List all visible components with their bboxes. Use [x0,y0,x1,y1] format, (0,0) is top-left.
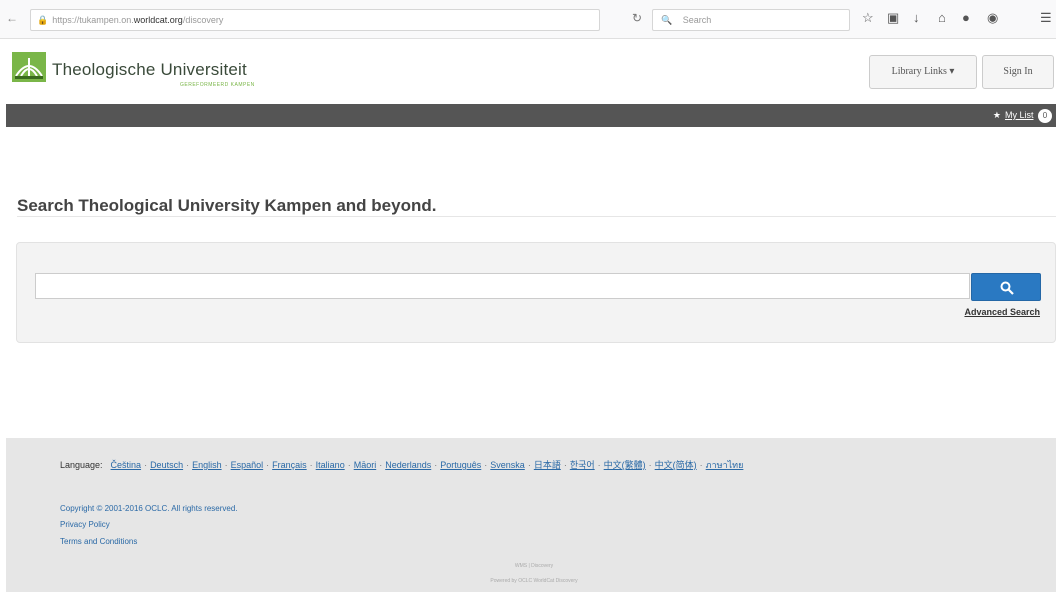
download-icon[interactable]: ↓ [913,10,920,26]
language-separator: · [597,460,601,470]
language-link[interactable]: Svenska [490,460,525,470]
language-link[interactable]: Nederlands [385,460,431,470]
search-input[interactable] [35,273,970,299]
language-separator: · [699,460,703,470]
language-link[interactable]: Español [231,460,264,470]
library-links-label: Library Links [891,66,947,77]
language-link[interactable]: 日本語 [534,460,561,470]
my-list-label: My List [1004,110,1034,120]
university-logo-icon[interactable] [12,52,46,82]
library-icon[interactable]: ▣ [887,10,899,26]
library-links-button[interactable]: Library Links ▾ [869,55,977,89]
language-link[interactable]: ภาษาไทย [706,460,744,470]
footer: Language: Čeština · Deutsch · English · Español… [6,438,1056,592]
my-list-link[interactable]: ★ My List 0 [993,108,1052,123]
pocket-icon[interactable]: ◉ [987,10,998,26]
logo-title[interactable]: Theologische Universiteit [52,60,247,80]
address-bar[interactable]: 🔒 https://tukampen.on.worldcat.org/discov… [30,9,600,31]
language-link[interactable]: 中文(简体) [655,460,697,470]
language-separator: · [347,460,351,470]
page-title: Search Theological University Kampen and… [17,196,437,215]
menu-icon[interactable]: ☰ [1040,10,1052,26]
language-link[interactable]: English [192,460,222,470]
sign-in-button[interactable]: Sign In [982,55,1054,89]
language-link[interactable]: Français [272,460,307,470]
logo-subtitle: GEREFORMEERD KAMPEN [180,82,255,88]
divider [17,216,1056,217]
language-selector: Language: Čeština · Deutsch · English · Español… [60,458,743,472]
caret-down-icon: ▾ [949,66,955,77]
extension-icon[interactable]: ● [962,10,970,26]
powered-by: Powered by OCLC WorldCat Discovery [490,578,578,584]
browser-search-placeholder: 🔍 Search [661,15,712,25]
sign-in-label: Sign In [1003,66,1033,77]
language-link[interactable]: Čeština [111,460,142,470]
language-separator: · [648,460,652,470]
top-navbar: ★ My List 0 [6,104,1056,127]
url-text: https://tukampen.on.worldcat.org/discove… [52,15,224,25]
lock-icon: 🔒 [37,15,49,25]
language-links: Čeština · Deutsch · English · Español · Français… [111,460,744,470]
site-header: Theologische Universiteit GEREFORMEERD K… [0,40,1056,104]
search-button[interactable] [971,273,1041,301]
language-separator: · [144,460,148,470]
language-separator: · [309,460,313,470]
language-separator: · [484,460,488,470]
language-separator: · [527,460,531,470]
language-separator: · [563,460,567,470]
back-icon[interactable]: ← [6,11,18,25]
language-link[interactable]: Māori [354,460,377,470]
reload-icon[interactable]: ↻ [632,11,642,25]
privacy-policy-link[interactable]: Privacy Policy [60,520,110,529]
language-separator: · [379,460,383,470]
language-label: Language: [60,460,103,470]
product-name: WMS | Discovery [514,563,554,569]
search-panel: Advanced Search [16,242,1056,343]
browser-search-input[interactable]: 🔍 Search [652,9,850,31]
language-link[interactable]: Italiano [316,460,345,470]
language-link[interactable]: Português [440,460,481,470]
language-separator: · [186,460,190,470]
star-icon: ★ [992,110,1001,120]
my-list-count-badge: 0 [1038,109,1052,123]
language-link[interactable]: 中文(繁體) [604,460,646,470]
browser-toolbar: ← 🔒 https://tukampen.on.worldcat.org/disc… [0,0,1056,39]
home-icon[interactable]: ⌂ [938,10,946,26]
copyright-text: Copyright © 2001-2016 OCLC. All rights r… [60,504,238,513]
language-link[interactable]: Deutsch [150,460,183,470]
language-separator: · [266,460,270,470]
advanced-search-link[interactable]: Advanced Search [964,307,1040,317]
terms-link[interactable]: Terms and Conditions [60,537,137,546]
language-separator: · [224,460,228,470]
language-link[interactable]: 한국어 [570,460,595,470]
language-separator: · [434,460,438,470]
search-icon [1000,281,1014,295]
bookmark-star-icon[interactable]: ☆ [862,10,874,26]
